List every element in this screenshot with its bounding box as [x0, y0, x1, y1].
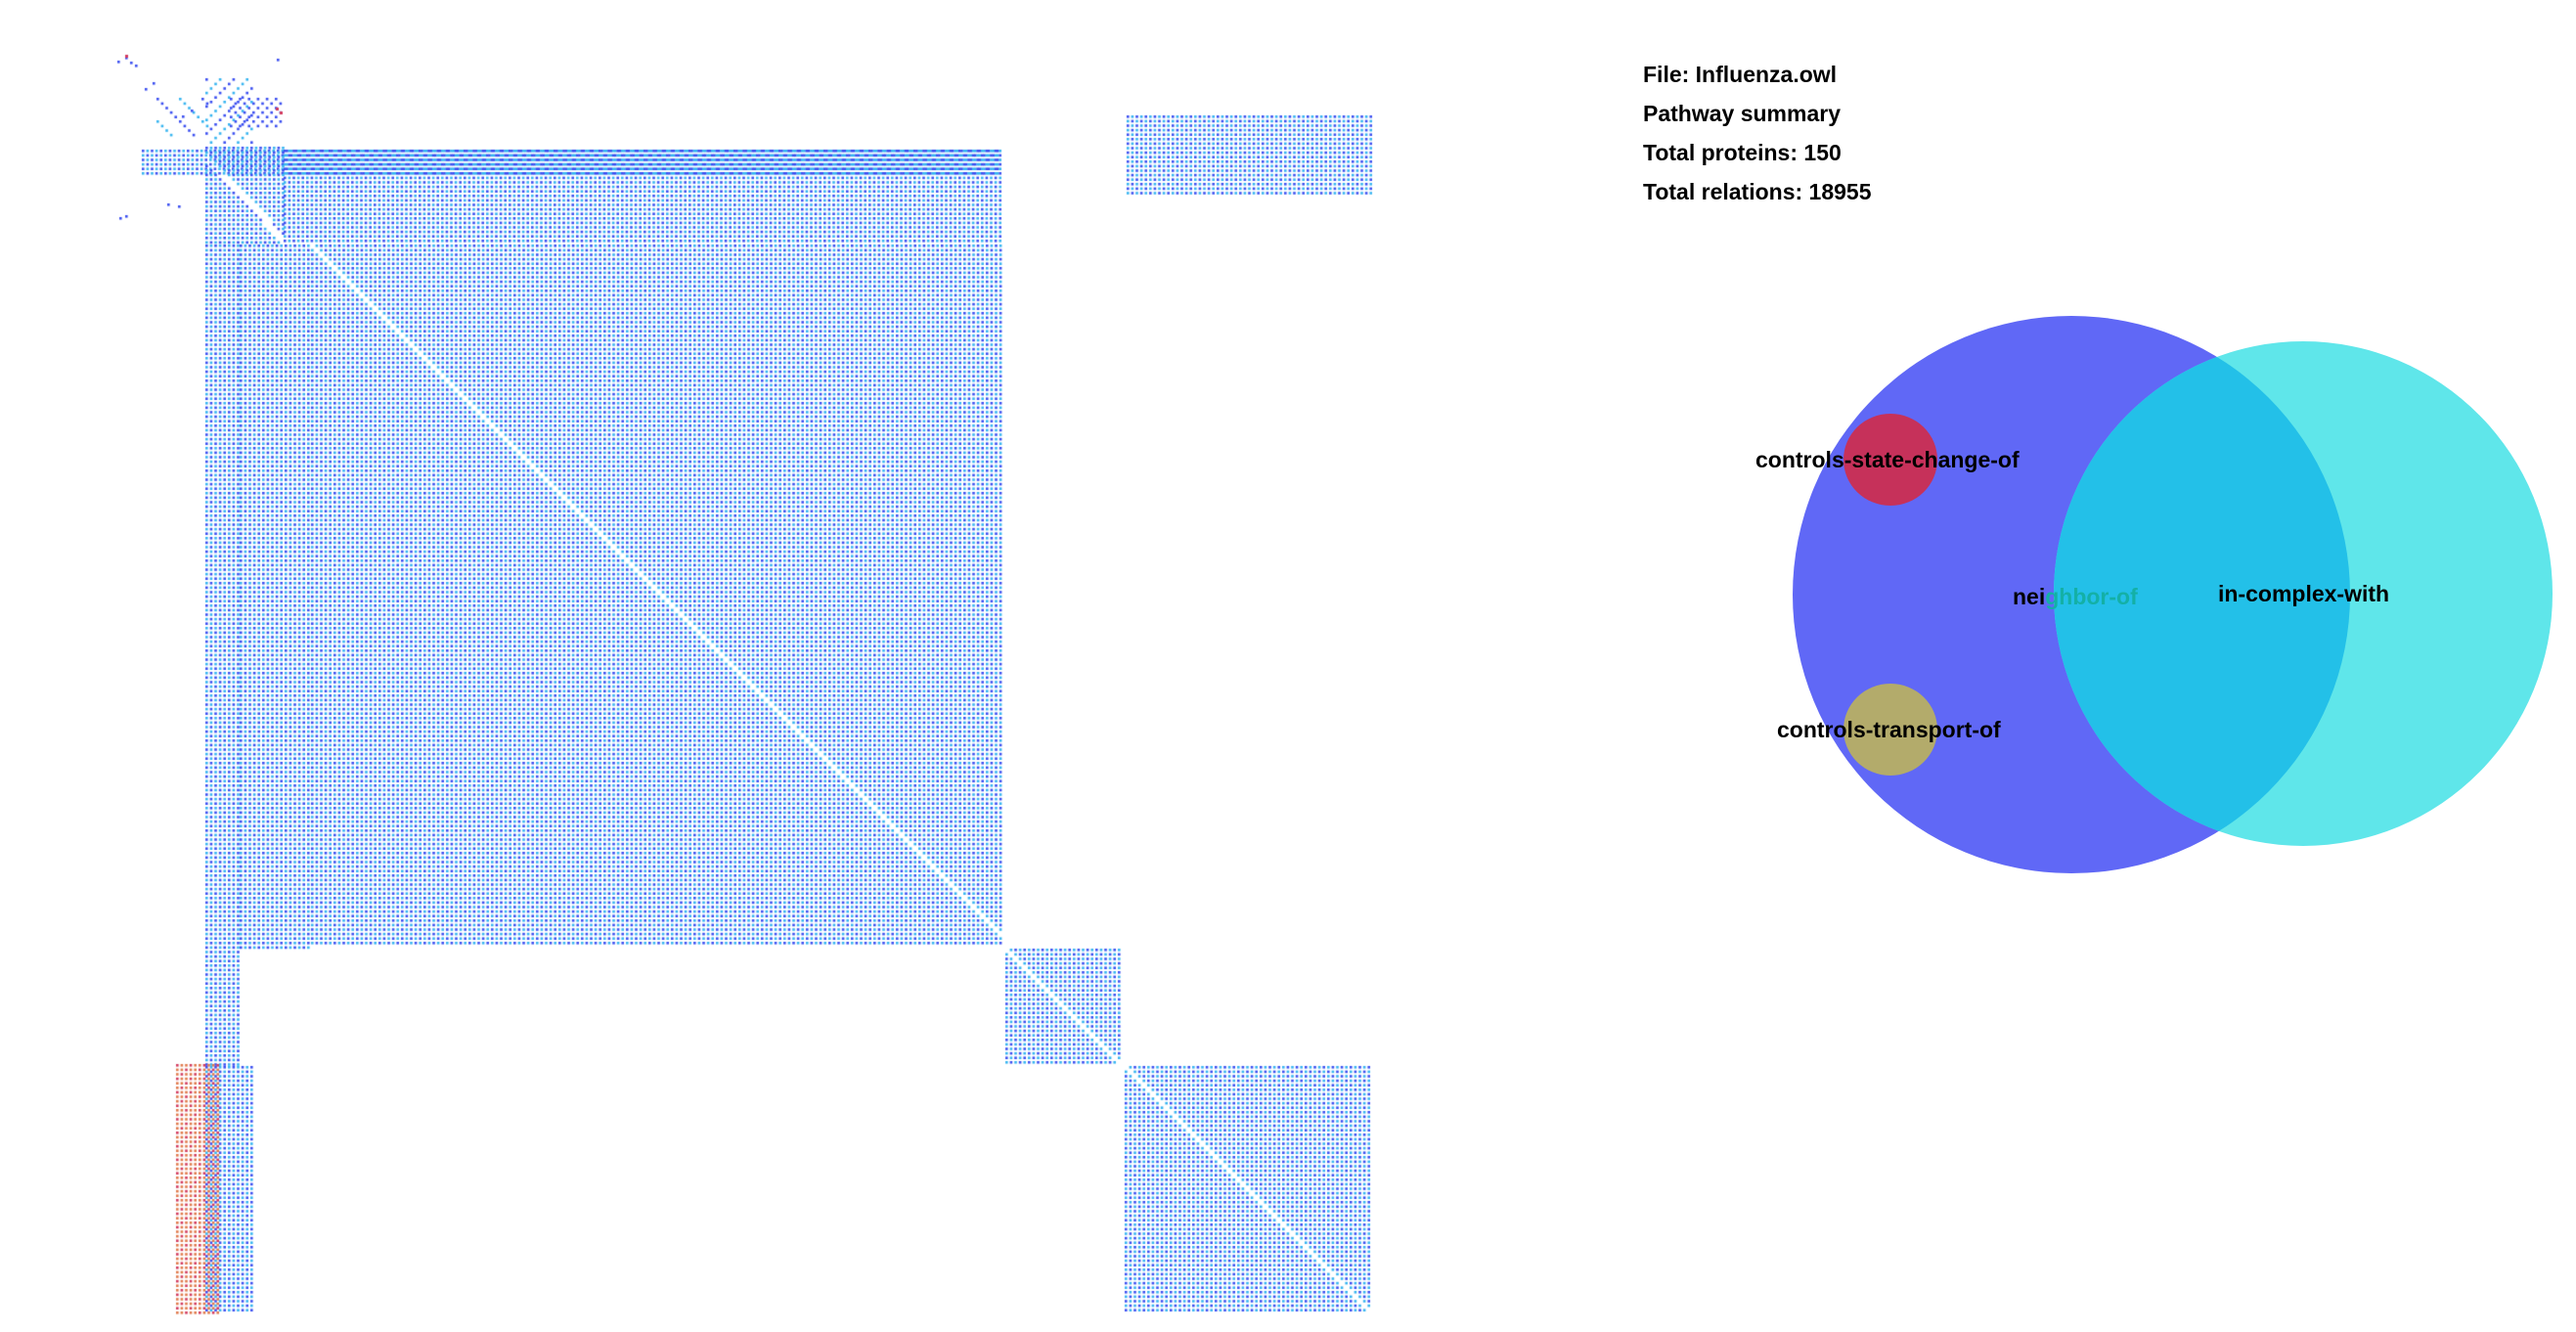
venn-label-neighbor-of: neighbor-of	[2013, 584, 2138, 609]
venn-label-neighbor-of-part2: ghbor-of	[2045, 584, 2138, 609]
venn-label-controls-transport-of: controls-transport-of	[1777, 717, 2001, 742]
venn-label-controls-state-change-of: controls-state-change-of	[1755, 447, 2020, 472]
venn-label-in-complex-with: in-complex-with	[2218, 581, 2389, 606]
venn-label-neighbor-of-part1: nei	[2013, 584, 2045, 609]
relation-venn-diagram: controls-state-change-of controls-transp…	[1755, 316, 2553, 873]
